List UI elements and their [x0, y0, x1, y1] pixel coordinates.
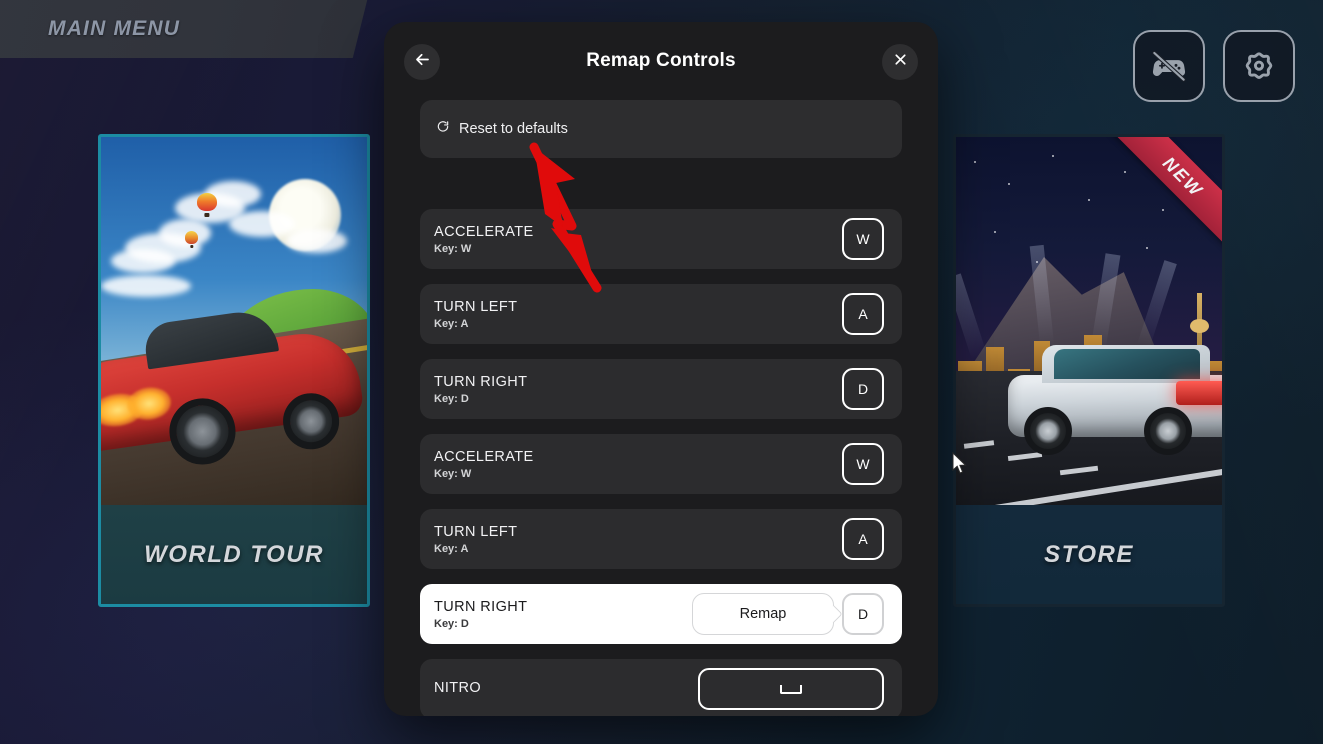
control-row-texts: NITRO: [434, 680, 481, 699]
control-row-accelerate-1[interactable]: ACCELERATE Key: W W: [420, 209, 902, 269]
card-store-label: STORE: [956, 505, 1222, 604]
back-button[interactable]: [404, 44, 440, 80]
control-action-label: TURN LEFT: [434, 298, 518, 315]
control-row-texts: ACCELERATE Key: W: [434, 449, 534, 480]
control-action-label: TURN LEFT: [434, 523, 518, 540]
control-row-turn-right-2[interactable]: TURN RIGHT Key: D Remap D: [420, 584, 902, 644]
keycap-button[interactable]: A: [842, 518, 884, 560]
control-action-label: NITRO: [434, 679, 482, 696]
gamepad-off-icon: [1149, 46, 1189, 86]
control-action-label: TURN RIGHT: [434, 373, 528, 390]
control-row-right: [698, 668, 884, 710]
close-icon: [892, 51, 909, 73]
modal-title: Remap Controls: [586, 50, 736, 71]
control-row-right: A: [842, 293, 884, 335]
reset-icon: [436, 120, 450, 139]
control-key-label: Key: W: [434, 242, 472, 255]
control-key-label: Key: A: [434, 542, 469, 555]
control-action-label: ACCELERATE: [434, 448, 534, 465]
keycap-button[interactable]: W: [842, 218, 884, 260]
close-button[interactable]: [882, 44, 918, 80]
control-row-texts: TURN LEFT Key: A: [434, 524, 517, 555]
control-row-right: D: [842, 368, 884, 410]
control-row-texts: TURN RIGHT Key: D: [434, 599, 527, 630]
settings-button[interactable]: [1223, 30, 1295, 102]
game-main-menu-screen: MAIN MENU WORLD TOUR NEW STORE Remap Con…: [0, 0, 1323, 744]
reset-to-defaults-label: Reset to defaults: [459, 121, 568, 137]
control-key-label: Key: D: [434, 617, 469, 630]
keycap-button-space[interactable]: [698, 668, 884, 710]
gear-icon: [1239, 46, 1279, 86]
gamepad-off-button[interactable]: [1133, 30, 1205, 102]
control-row-texts: ACCELERATE Key: W: [434, 224, 534, 255]
remap-controls-modal: Remap Controls Reset to defaults ACCELER…: [384, 22, 938, 716]
modal-body: Reset to defaults ACCELERATE Key: W W TU…: [384, 100, 938, 716]
control-key-label: Key: W: [434, 467, 472, 480]
control-row-nitro[interactable]: NITRO: [420, 659, 902, 716]
arrow-left-icon: [413, 50, 432, 74]
topbar-icon-group: [1133, 30, 1295, 102]
control-row-texts: TURN RIGHT Key: D: [434, 374, 527, 405]
control-row-texts: TURN LEFT Key: A: [434, 299, 517, 330]
card-store[interactable]: NEW STORE: [953, 134, 1225, 607]
keycap-button[interactable]: W: [842, 443, 884, 485]
control-row-right: Remap D: [692, 593, 884, 635]
control-row-turn-right-1[interactable]: TURN RIGHT Key: D D: [420, 359, 902, 419]
keycap-button[interactable]: D: [842, 593, 884, 635]
card-world-tour-label: WORLD TOUR: [101, 505, 367, 604]
control-row-turn-left-1[interactable]: TURN LEFT Key: A A: [420, 284, 902, 344]
control-row-right: A: [842, 518, 884, 560]
spacebar-icon: [780, 684, 802, 694]
main-menu-title: MAIN MENU: [48, 17, 181, 40]
control-action-label: TURN RIGHT: [434, 598, 528, 615]
reset-to-defaults-button[interactable]: Reset to defaults: [420, 100, 902, 158]
remap-tooltip[interactable]: Remap: [692, 593, 834, 635]
keycap-button[interactable]: D: [842, 368, 884, 410]
control-key-label: Key: D: [434, 392, 469, 405]
control-row-turn-left-2[interactable]: TURN LEFT Key: A A: [420, 509, 902, 569]
modal-header: Remap Controls: [384, 22, 938, 100]
control-action-label: ACCELERATE: [434, 223, 534, 240]
control-key-label: Key: A: [434, 317, 469, 330]
keycap-button[interactable]: A: [842, 293, 884, 335]
control-row-right: W: [842, 443, 884, 485]
world-tour-artwork: [101, 137, 367, 511]
control-row-right: W: [842, 218, 884, 260]
control-row-accelerate-2[interactable]: ACCELERATE Key: W W: [420, 434, 902, 494]
card-world-tour[interactable]: WORLD TOUR: [98, 134, 370, 607]
